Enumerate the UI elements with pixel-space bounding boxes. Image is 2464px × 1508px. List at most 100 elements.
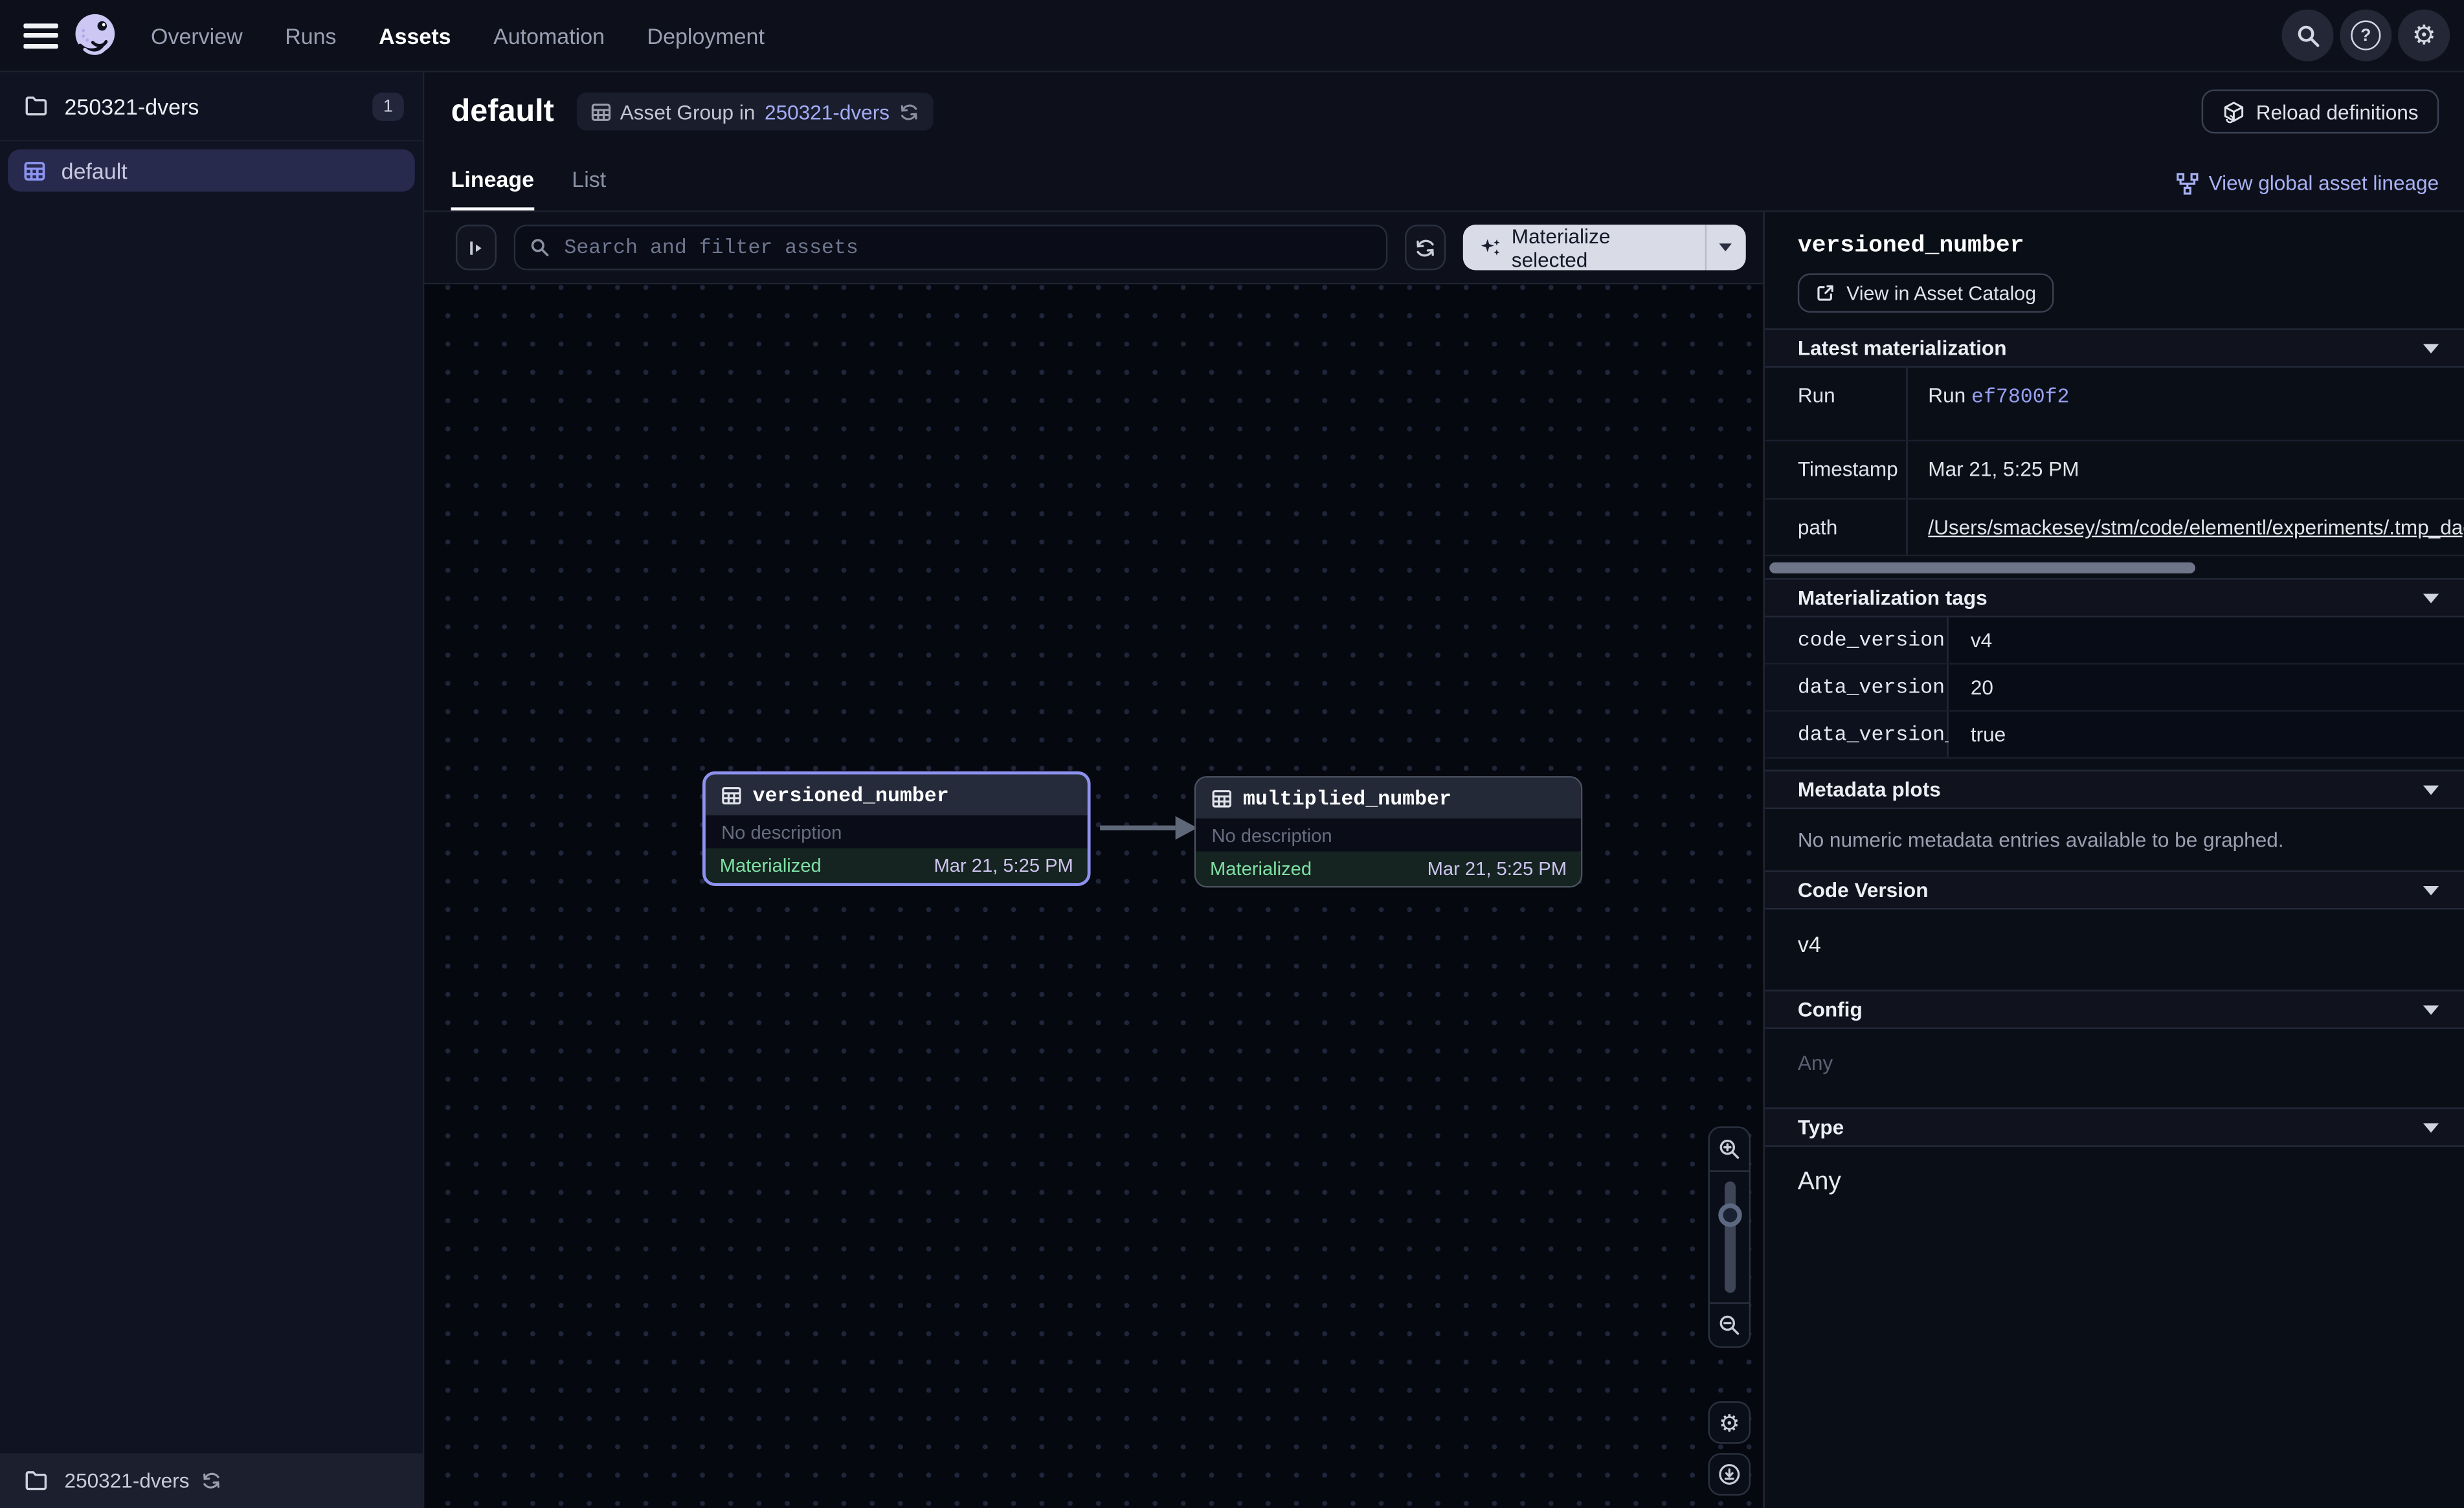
table-icon	[721, 784, 742, 805]
asset-node-status: Materialized	[1210, 858, 1312, 880]
table-row: data_version_is_user_provided true	[1765, 712, 2464, 759]
sparkles-icon	[1481, 238, 1500, 258]
search-button[interactable]	[2281, 10, 2333, 61]
refresh-graph-button[interactable]	[1406, 225, 1446, 270]
code-version-value: v4	[1765, 909, 2464, 990]
section-code-version[interactable]: Code Version	[1765, 870, 2464, 910]
asset-node-description: No description	[706, 815, 1088, 848]
nav-item-automation[interactable]: Automation	[493, 23, 605, 48]
table-row: path /Users/smackesey/stm/code/elementl/…	[1765, 500, 2464, 556]
zoom-slider-thumb[interactable]	[1718, 1203, 1741, 1226]
asset-detail-title: versioned_number	[1798, 232, 2464, 259]
tab-list[interactable]: List	[572, 166, 606, 210]
lineage-canvas[interactable]: versioned_number No description Material…	[424, 284, 1763, 1508]
view-in-asset-catalog-button[interactable]: View in Asset Catalog	[1798, 273, 2054, 313]
materialize-selected-button[interactable]: Materialize selected	[1464, 225, 1746, 270]
download-icon	[1718, 1463, 1741, 1486]
zoom-in-icon	[1718, 1137, 1741, 1160]
app-window: Overview Runs Assets Automation Deployme…	[0, 0, 2464, 1508]
asset-search-box[interactable]	[514, 225, 1388, 270]
chevron-down-icon	[2423, 885, 2439, 895]
reload-cube-icon	[2221, 100, 2245, 123]
help-button[interactable]: ?	[2340, 10, 2391, 61]
asset-node-multiplied-number[interactable]: multiplied_number No description Materia…	[1194, 776, 1583, 887]
zoom-slider[interactable]	[1710, 1170, 1749, 1303]
run-id-link[interactable]: ef7800f2	[1971, 385, 2070, 408]
badge-prefix: Asset Group in	[620, 100, 756, 123]
tab-lineage[interactable]: Lineage	[451, 166, 534, 210]
collapse-panel-button[interactable]	[456, 225, 497, 270]
reload-definitions-button[interactable]: Reload definitions	[2201, 89, 2439, 133]
section-metadata-plots[interactable]: Metadata plots	[1765, 770, 2464, 809]
folder-icon	[25, 96, 49, 116]
view-tabs: Lineage List	[451, 166, 607, 210]
sync-icon	[1415, 236, 1437, 258]
settings-button[interactable]: ⚙	[2398, 10, 2450, 61]
table-row: data_version 20	[1765, 665, 2464, 712]
zoom-in-button[interactable]	[1710, 1128, 1749, 1171]
chevron-down-icon	[2423, 593, 2439, 603]
asset-node-status: Materialized	[720, 854, 822, 876]
nav-item-deployment[interactable]: Deployment	[647, 23, 765, 48]
section-latest-materialization[interactable]: Latest materialization	[1765, 328, 2464, 368]
horizontal-scrollbar[interactable]	[1769, 562, 2195, 573]
page-header: default Asset Group in 250321-dvers	[424, 72, 2464, 212]
nav-item-assets[interactable]: Assets	[379, 23, 451, 48]
sidebar-item-default[interactable]: default	[8, 150, 415, 192]
asset-node-description: No description	[1196, 819, 1581, 852]
view-global-asset-lineage-link[interactable]: View global asset lineage	[2176, 172, 2439, 195]
table-row: code_version v4	[1765, 617, 2464, 665]
sidebar-group-count-badge: 1	[372, 92, 404, 120]
asset-node-versioned-number[interactable]: versioned_number No description Material…	[702, 771, 1091, 886]
sidebar-group-name: 250321-dvers	[65, 93, 199, 118]
section-type[interactable]: Type	[1765, 1107, 2464, 1147]
config-value: Any	[1765, 1029, 2464, 1107]
search-icon	[2295, 23, 2320, 48]
chevron-down-icon	[2423, 1004, 2439, 1014]
sidebar-group-row[interactable]: 250321-dvers 1	[0, 72, 423, 142]
zoom-slider-track	[1724, 1181, 1735, 1292]
graph-settings-button[interactable]: ⚙	[1708, 1401, 1751, 1444]
gear-icon: ⚙	[2412, 19, 2436, 51]
dagster-logo-icon[interactable]	[71, 11, 119, 60]
zoom-controls	[1708, 1126, 1751, 1347]
download-graph-button[interactable]	[1708, 1453, 1751, 1496]
lineage-toolbar: Materialize selected	[424, 212, 1763, 285]
chevron-down-icon	[2423, 343, 2439, 353]
type-value: Any	[1765, 1147, 2464, 1230]
asset-node-timestamp: Mar 21, 5:25 PM	[1428, 858, 1567, 880]
chevron-down-icon	[2423, 1122, 2439, 1132]
chevron-down-icon	[2423, 784, 2439, 794]
lineage-edge	[1097, 809, 1200, 847]
nav-links: Overview Runs Assets Automation Deployme…	[151, 23, 765, 48]
nav-item-overview[interactable]: Overview	[151, 23, 243, 48]
search-input[interactable]	[561, 234, 1372, 261]
table-icon	[590, 102, 611, 122]
top-navbar: Overview Runs Assets Automation Deployme…	[0, 0, 2464, 72]
sync-icon[interactable]	[200, 1470, 221, 1491]
zoom-out-button[interactable]	[1710, 1304, 1749, 1347]
gear-icon: ⚙	[1719, 1408, 1740, 1437]
asset-node-name: multiplied_number	[1243, 786, 1451, 810]
section-config[interactable]: Config	[1765, 990, 2464, 1029]
materialize-dropdown-button[interactable]	[1705, 225, 1745, 270]
zoom-out-icon	[1718, 1313, 1741, 1336]
section-materialization-tags[interactable]: Materialization tags	[1765, 578, 2464, 617]
path-link[interactable]: /Users/smackesey/stm/code/elementl/exper…	[1928, 515, 2464, 538]
table-icon	[1211, 788, 1232, 808]
asset-node-name: versioned_number	[753, 783, 949, 806]
sidebar-footer[interactable]: 250321-dvers	[0, 1453, 423, 1508]
asset-details-panel: versioned_number View in Asset Catalog L…	[1765, 212, 2464, 1508]
nav-item-runs[interactable]: Runs	[285, 23, 336, 48]
asset-group-badge: Asset Group in 250321-dvers	[576, 93, 934, 130]
sidebar-footer-label: 250321-dvers	[65, 1469, 190, 1492]
asset-group-icon	[23, 159, 45, 181]
chevron-down-icon	[1719, 243, 1732, 251]
badge-group-link[interactable]: 250321-dvers	[765, 100, 890, 123]
hamburger-menu-icon[interactable]	[23, 23, 58, 48]
asset-node-timestamp: Mar 21, 5:25 PM	[934, 854, 1073, 876]
sidebar-item-label: default	[62, 158, 128, 183]
asset-groups-sidebar: 250321-dvers 1 default 250321-dvers	[0, 72, 424, 1508]
sync-icon[interactable]	[899, 102, 920, 122]
lineage-graph-icon	[2176, 172, 2198, 194]
